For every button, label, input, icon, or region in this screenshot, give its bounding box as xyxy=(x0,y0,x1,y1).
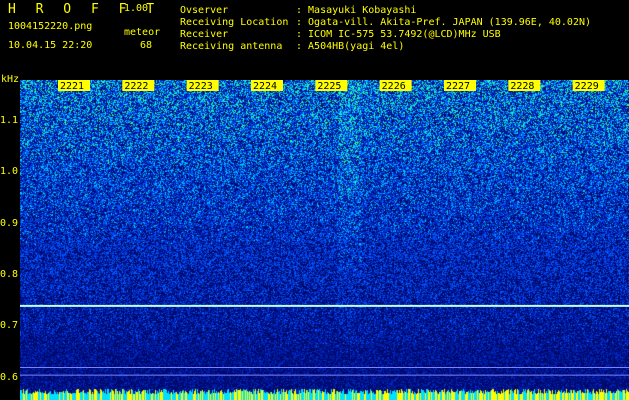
observer-value: : Masayuki Kobayashi xyxy=(296,5,417,16)
y-tick-label: 0.6 xyxy=(0,371,19,383)
y-tick-label: 1.1 xyxy=(0,115,19,127)
location-label: Receiving Location xyxy=(180,17,289,28)
meteor-count: 68 xyxy=(140,40,153,51)
app-version: 1.00 xyxy=(124,3,149,14)
y-tick-label: 0.7 xyxy=(0,320,19,332)
receiver-value: : ICOM IC-575 53.7492(@LCD)MHz USB xyxy=(296,29,501,40)
y-unit-label: kHz xyxy=(1,74,20,85)
y-tick-label: 0.8 xyxy=(0,269,19,281)
mode-label: meteor xyxy=(124,27,161,38)
antenna-label: Receiving antenna xyxy=(180,41,283,52)
date-time: 10.04.15 22:20 xyxy=(8,40,93,51)
y-tick-label: 1.0 xyxy=(0,166,19,178)
observer-label: Ovserver xyxy=(180,5,229,16)
spectrogram xyxy=(20,80,629,400)
file-name: 1004152220.png xyxy=(8,21,93,32)
location-value: : Ogata-vill. Akita-Pref. JAPAN (139.96E… xyxy=(296,17,592,28)
antenna-value: : A504HB(yagi 4el) xyxy=(296,41,405,52)
receiver-label: Receiver xyxy=(180,29,229,40)
y-tick-label: 0.9 xyxy=(0,217,19,229)
